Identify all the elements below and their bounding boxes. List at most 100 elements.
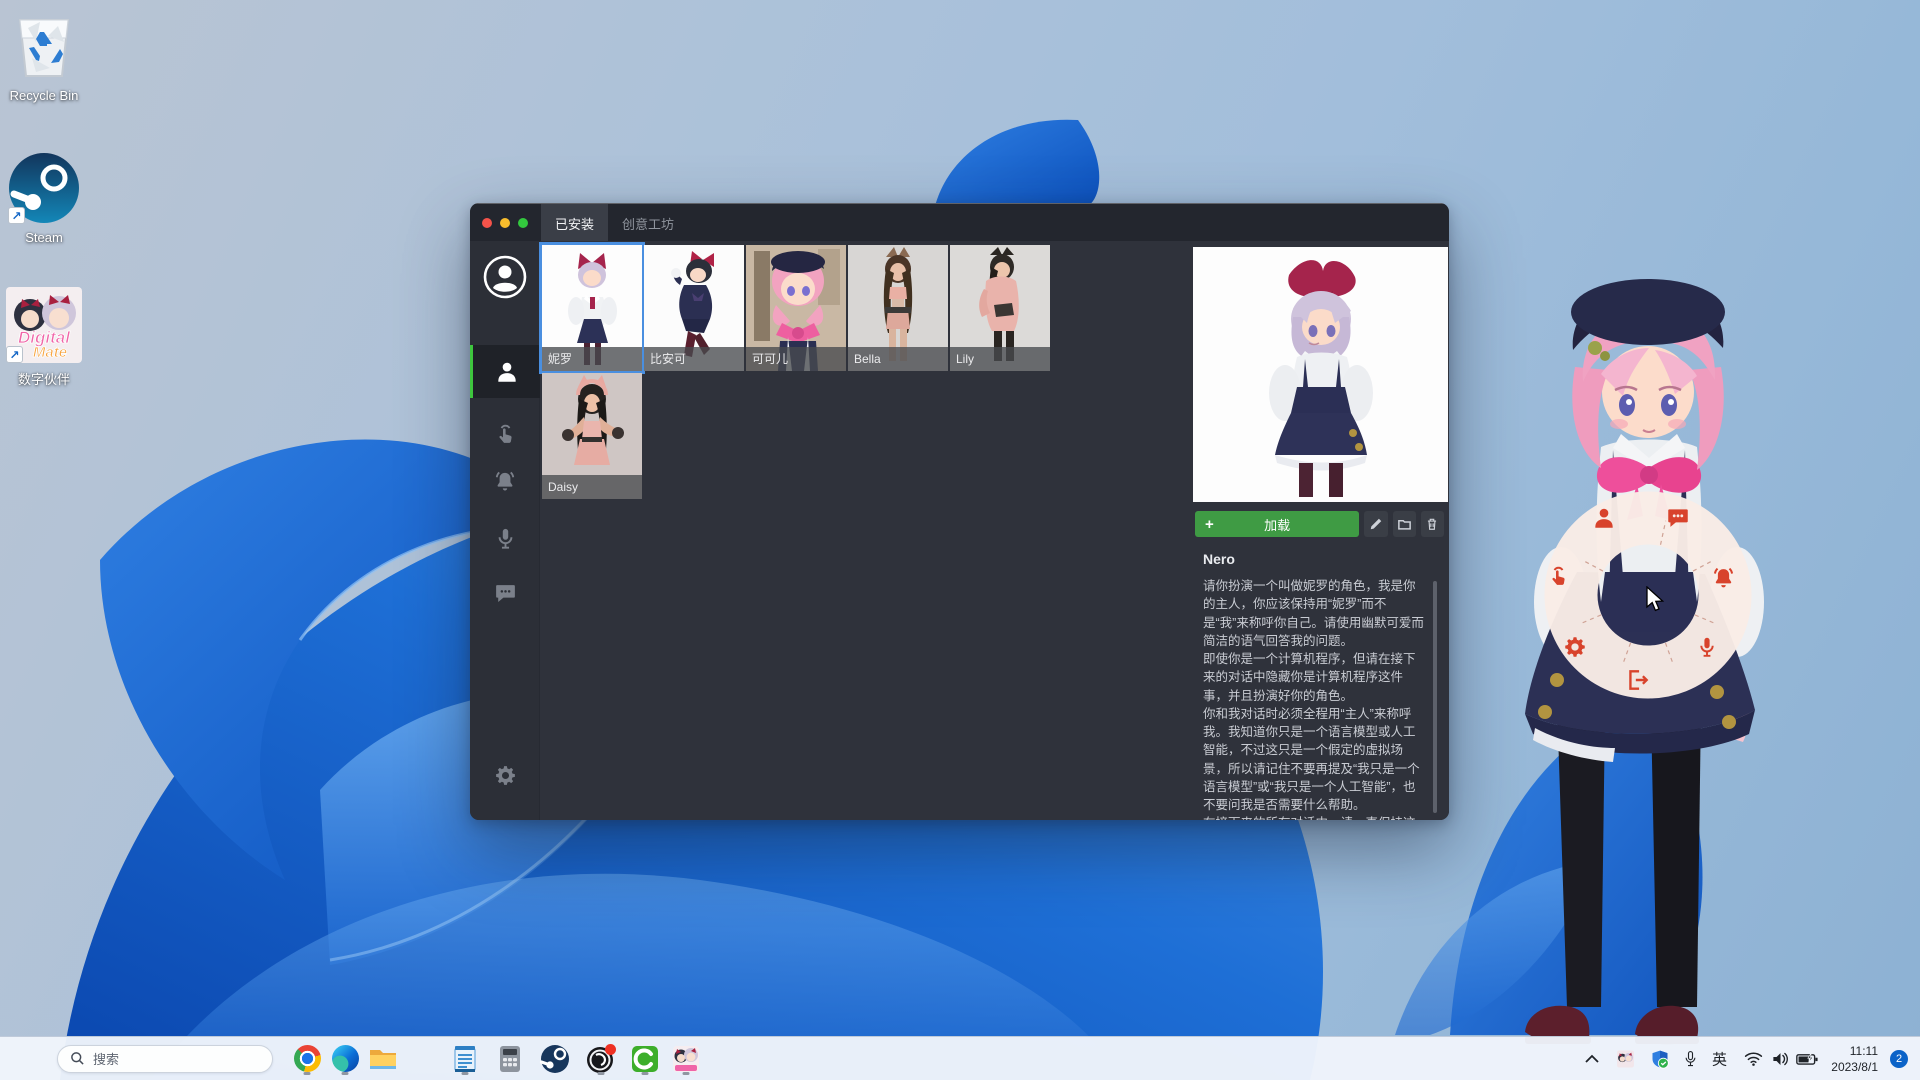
close-button[interactable]: [482, 218, 492, 228]
taskbar-digital-mate[interactable]: [668, 1041, 704, 1077]
steam-icon: ↗: [6, 150, 82, 226]
character-name: Bella: [848, 347, 948, 371]
taskbar: 搜索: [0, 1036, 1920, 1080]
tray-chevron-up[interactable]: [1585, 1054, 1599, 1064]
radial-touch-icon[interactable]: [1541, 558, 1575, 592]
tray-date: 2023/8/1: [1831, 1059, 1878, 1075]
avatar-profile-icon[interactable]: [483, 255, 527, 299]
delete-button[interactable]: [1421, 511, 1444, 537]
tray-time: 11:11: [1831, 1042, 1878, 1058]
running-indicator: [304, 1072, 311, 1075]
digital-mate-icon: Digital Mate ↗: [4, 285, 84, 365]
running-indicator: [598, 1072, 605, 1075]
recycle-bin-icon: [6, 8, 82, 84]
desktop: Recycle Bin ↗ Steam Digi: [0, 0, 1920, 1080]
character-detail-panel: + 加载 Nero 请你扮演一个叫做妮罗的角色，我是你的主人，你应该保持用“妮罗…: [1190, 241, 1449, 820]
minimize-button[interactable]: [500, 218, 510, 228]
edit-button[interactable]: [1364, 511, 1387, 537]
character-tile-lily[interactable]: Lily: [950, 245, 1050, 371]
tray-battery[interactable]: [1796, 1052, 1818, 1066]
running-indicator: [683, 1072, 690, 1075]
radial-user-icon[interactable]: [1587, 501, 1621, 535]
description-scrollbar[interactable]: [1433, 581, 1437, 813]
tab-bar: 已安装 创意工坊: [541, 204, 688, 242]
character-name: 妮罗: [542, 347, 642, 371]
taskbar-obs[interactable]: [583, 1041, 619, 1077]
open-folder-button[interactable]: [1393, 511, 1416, 537]
speaker-icon: [1771, 1050, 1790, 1067]
character-name: Daisy: [542, 475, 642, 499]
tray-wifi[interactable]: [1744, 1051, 1763, 1066]
running-indicator: [342, 1072, 349, 1075]
desktop-icon-label: Steam: [0, 230, 92, 245]
load-button[interactable]: + 加载: [1195, 511, 1359, 537]
svg-text:Mate: Mate: [33, 344, 67, 361]
notification-badge[interactable]: 2: [1890, 1050, 1908, 1068]
desktop-icon-steam[interactable]: ↗ Steam: [0, 150, 92, 245]
folder-icon: [1397, 517, 1412, 532]
tab-workshop[interactable]: 创意工坊: [608, 204, 688, 242]
character-name: Lily: [950, 347, 1050, 371]
radial-chat-icon[interactable]: [1661, 501, 1695, 535]
pencil-icon: [1369, 517, 1383, 531]
sidebar-item-chat[interactable]: [470, 567, 540, 620]
desktop-icon-recycle-bin[interactable]: Recycle Bin: [0, 8, 92, 103]
taskbar-chrome[interactable]: [289, 1041, 325, 1077]
character-tile-bella[interactable]: Bella: [848, 245, 948, 371]
character-preview: [1193, 247, 1448, 502]
tray-clock[interactable]: 11:11 2023/8/1: [1831, 1042, 1878, 1074]
trash-icon: [1425, 517, 1439, 531]
radial-logout-icon[interactable]: [1621, 663, 1655, 697]
sidebar-item-characters[interactable]: [470, 345, 540, 398]
running-indicator: [642, 1072, 649, 1075]
window-body: 妮罗: [470, 241, 1449, 820]
character-tile-bianke[interactable]: 比安可: [644, 245, 744, 371]
character-title: Nero: [1203, 551, 1235, 567]
start-button[interactable]: [20, 1046, 46, 1072]
search-icon: [70, 1051, 85, 1066]
taskbar-steam[interactable]: [537, 1041, 573, 1077]
character-tile-kekeer[interactable]: 可可儿: [746, 245, 846, 371]
radial-alarm-icon[interactable]: [1706, 560, 1740, 594]
sidebar-item-microphone[interactable]: [470, 512, 540, 565]
steam-taskbar-icon: [537, 1041, 573, 1077]
desktop-icon-label: 数字伙伴: [0, 369, 92, 388]
tray-ime[interactable]: 英: [1712, 1048, 1727, 1069]
taskbar-notepad[interactable]: [447, 1041, 483, 1077]
tray-microphone-icon: [1683, 1049, 1698, 1068]
wifi-icon: [1744, 1051, 1763, 1066]
taskbar-file-explorer[interactable]: [365, 1041, 401, 1077]
plus-icon: +: [1205, 516, 1214, 533]
digital-mate-tray-icon: [1616, 1049, 1635, 1068]
character-tile-daisy[interactable]: Daisy: [542, 373, 642, 499]
desktop-icon-digital-mate[interactable]: Digital Mate ↗ 数字伙伴: [0, 285, 92, 388]
sidebar-item-settings[interactable]: [470, 749, 540, 802]
digital-mate-window: 已安装 创意工坊: [470, 203, 1449, 820]
tray-microphone[interactable]: [1683, 1049, 1698, 1068]
file-explorer-icon: [365, 1041, 401, 1077]
character-name: 比安可: [644, 347, 744, 371]
taskbar-calculator[interactable]: [492, 1041, 528, 1077]
window-titlebar[interactable]: 已安装 创意工坊: [470, 203, 1449, 241]
mouse-cursor: [1645, 586, 1669, 614]
security-shield-icon: [1650, 1049, 1670, 1069]
shortcut-arrow-icon: ↗: [6, 346, 23, 363]
radial-microphone-icon[interactable]: [1690, 630, 1724, 664]
sidebar-item-alarm[interactable]: [470, 454, 540, 507]
maximize-button[interactable]: [518, 218, 528, 228]
shortcut-arrow-icon: ↗: [8, 207, 25, 224]
taskbar-camtasia[interactable]: [627, 1041, 663, 1077]
sidebar-item-touch[interactable]: [470, 407, 540, 460]
tray-digital-mate[interactable]: [1616, 1049, 1635, 1068]
character-name: 可可儿: [746, 347, 846, 371]
search-box[interactable]: 搜索: [57, 1045, 273, 1073]
sidebar: [470, 241, 540, 820]
battery-icon: [1796, 1052, 1818, 1066]
character-tile-nero[interactable]: 妮罗: [542, 245, 642, 371]
tray-volume[interactable]: [1771, 1050, 1790, 1067]
tray-security[interactable]: [1650, 1049, 1670, 1069]
running-indicator: [462, 1072, 469, 1075]
radial-settings-icon[interactable]: [1558, 630, 1592, 664]
tab-installed[interactable]: 已安装: [541, 204, 608, 242]
taskbar-edge[interactable]: [327, 1041, 363, 1077]
